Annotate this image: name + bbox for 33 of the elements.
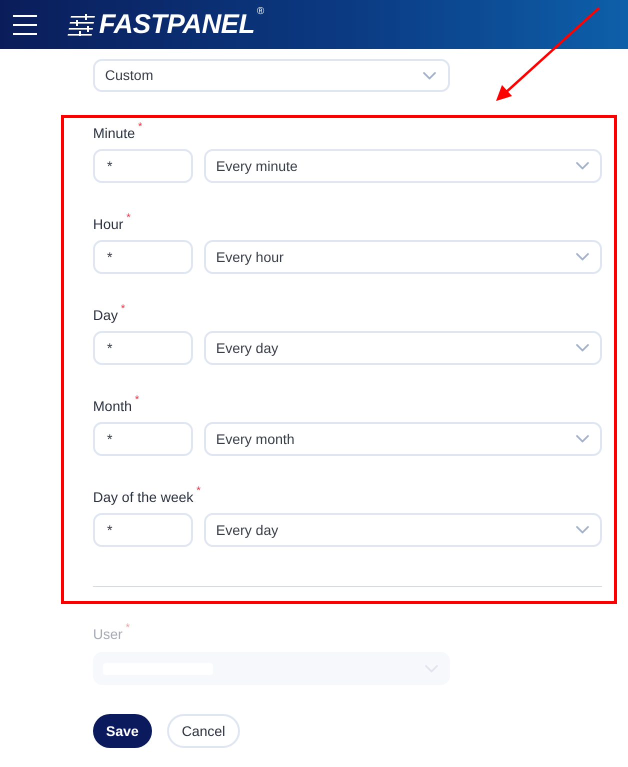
field-label: Day of the week	[93, 488, 194, 507]
input-field[interactable]: *	[93, 149, 193, 183]
schedule-select[interactable]: Custom	[93, 59, 450, 92]
cancel-button[interactable]: Cancel	[166, 714, 240, 748]
required-mark: *	[196, 485, 201, 497]
input-field[interactable]: *	[93, 422, 193, 456]
input-field[interactable]: *	[93, 240, 193, 274]
field-label: Day	[93, 306, 118, 325]
menu-icon[interactable]	[13, 14, 37, 36]
required-mark: *	[134, 394, 140, 406]
field-label: Minute	[93, 124, 136, 143]
required-mark: *	[126, 212, 131, 224]
required-mark: *	[120, 303, 126, 315]
sliders-icon	[67, 14, 96, 36]
required-mark: *	[138, 121, 142, 133]
chevron-down-icon	[576, 253, 589, 261]
chevron-down-icon	[576, 162, 589, 170]
interval-select[interactable]: Every month	[204, 422, 602, 456]
chevron-down-icon	[576, 526, 589, 534]
interval-select[interactable]: Every day	[204, 331, 602, 365]
chevron-down-icon	[423, 72, 436, 80]
field-label: User	[93, 625, 123, 644]
interval-select[interactable]: Every day	[204, 513, 602, 547]
input-field[interactable]: *	[93, 331, 193, 365]
save-button[interactable]: Save	[93, 714, 152, 748]
field-label: Month	[93, 397, 132, 416]
input-field[interactable]: *	[93, 513, 193, 547]
required-mark: *	[126, 622, 130, 634]
interval-select[interactable]: Every minute	[204, 149, 602, 183]
field-label: Hour	[93, 215, 124, 234]
chevron-down-icon	[576, 435, 589, 443]
chevron-down-icon	[576, 344, 589, 352]
interval-select[interactable]: Every hour	[204, 240, 602, 274]
